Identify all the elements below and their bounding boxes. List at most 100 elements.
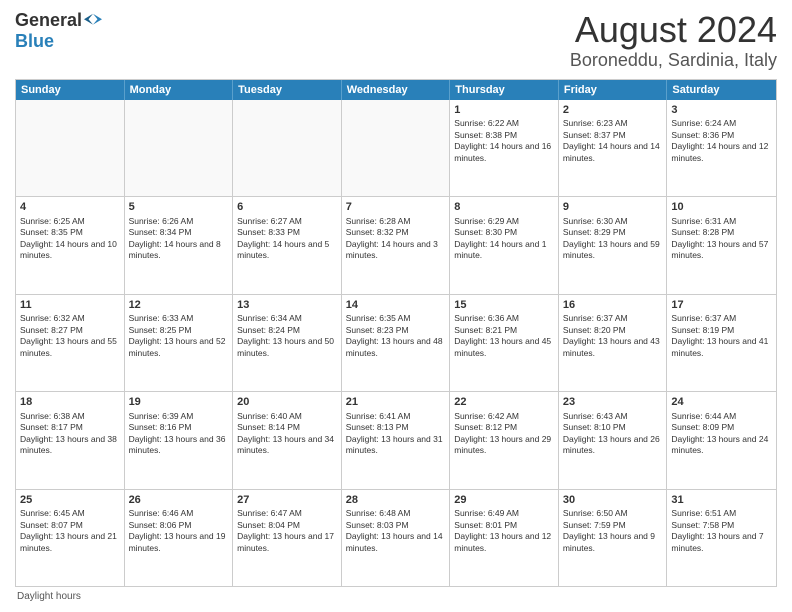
calendar-cell: 25Sunrise: 6:45 AMSunset: 8:07 PMDayligh…	[16, 490, 125, 586]
day-info: Sunrise: 6:37 AM	[563, 313, 663, 324]
day-info: Sunrise: 6:38 AM	[20, 411, 120, 422]
header: General Blue August 2024 Boroneddu, Sard…	[15, 10, 777, 71]
day-number: 24	[671, 395, 772, 410]
day-info: Sunset: 8:03 PM	[346, 520, 446, 531]
weekday-monday: Monday	[125, 80, 234, 100]
day-info: Sunrise: 6:31 AM	[671, 216, 772, 227]
day-info: Sunset: 7:58 PM	[671, 520, 772, 531]
day-number: 18	[20, 395, 120, 410]
day-number: 4	[20, 200, 120, 215]
day-info: Sunset: 8:37 PM	[563, 130, 663, 141]
day-info: Sunrise: 6:46 AM	[129, 508, 229, 519]
day-info: Daylight: 13 hours and 50 minutes.	[237, 336, 337, 359]
day-info: Daylight: 14 hours and 12 minutes.	[671, 141, 772, 164]
calendar-row-5: 25Sunrise: 6:45 AMSunset: 8:07 PMDayligh…	[16, 490, 776, 586]
day-info: Sunrise: 6:29 AM	[454, 216, 554, 227]
day-info: Sunset: 8:28 PM	[671, 227, 772, 238]
day-info: Sunset: 8:04 PM	[237, 520, 337, 531]
calendar-cell: 3Sunrise: 6:24 AMSunset: 8:36 PMDaylight…	[667, 100, 776, 196]
calendar-body: 1Sunrise: 6:22 AMSunset: 8:38 PMDaylight…	[16, 100, 776, 586]
day-info: Sunrise: 6:49 AM	[454, 508, 554, 519]
calendar-cell: 28Sunrise: 6:48 AMSunset: 8:03 PMDayligh…	[342, 490, 451, 586]
day-info: Sunset: 8:32 PM	[346, 227, 446, 238]
day-number: 27	[237, 493, 337, 508]
day-info: Sunset: 8:01 PM	[454, 520, 554, 531]
day-number: 23	[563, 395, 663, 410]
day-info: Daylight: 13 hours and 24 minutes.	[671, 434, 772, 457]
calendar-row-3: 11Sunrise: 6:32 AMSunset: 8:27 PMDayligh…	[16, 295, 776, 392]
day-info: Sunrise: 6:26 AM	[129, 216, 229, 227]
day-info: Sunset: 8:09 PM	[671, 422, 772, 433]
day-number: 5	[129, 200, 229, 215]
calendar: Sunday Monday Tuesday Wednesday Thursday…	[15, 79, 777, 587]
day-info: Sunset: 8:07 PM	[20, 520, 120, 531]
day-info: Sunrise: 6:50 AM	[563, 508, 663, 519]
day-info: Sunrise: 6:34 AM	[237, 313, 337, 324]
calendar-cell: 16Sunrise: 6:37 AMSunset: 8:20 PMDayligh…	[559, 295, 668, 391]
calendar-cell: 17Sunrise: 6:37 AMSunset: 8:19 PMDayligh…	[667, 295, 776, 391]
day-info: Sunrise: 6:48 AM	[346, 508, 446, 519]
calendar-row-1: 1Sunrise: 6:22 AMSunset: 8:38 PMDaylight…	[16, 100, 776, 197]
calendar-cell: 11Sunrise: 6:32 AMSunset: 8:27 PMDayligh…	[16, 295, 125, 391]
calendar-cell: 10Sunrise: 6:31 AMSunset: 8:28 PMDayligh…	[667, 197, 776, 293]
calendar-cell: 13Sunrise: 6:34 AMSunset: 8:24 PMDayligh…	[233, 295, 342, 391]
day-number: 7	[346, 200, 446, 215]
day-info: Sunset: 8:12 PM	[454, 422, 554, 433]
day-number: 31	[671, 493, 772, 508]
day-info: Sunset: 8:25 PM	[129, 325, 229, 336]
day-number: 16	[563, 298, 663, 313]
day-info: Sunset: 8:24 PM	[237, 325, 337, 336]
day-info: Sunrise: 6:37 AM	[671, 313, 772, 324]
day-number: 30	[563, 493, 663, 508]
day-number: 15	[454, 298, 554, 313]
day-info: Daylight: 13 hours and 9 minutes.	[563, 531, 663, 554]
day-info: Sunrise: 6:32 AM	[20, 313, 120, 324]
calendar-cell: 20Sunrise: 6:40 AMSunset: 8:14 PMDayligh…	[233, 392, 342, 488]
calendar-cell: 30Sunrise: 6:50 AMSunset: 7:59 PMDayligh…	[559, 490, 668, 586]
calendar-row-4: 18Sunrise: 6:38 AMSunset: 8:17 PMDayligh…	[16, 392, 776, 489]
page: General Blue August 2024 Boroneddu, Sard…	[0, 0, 792, 612]
day-info: Sunrise: 6:36 AM	[454, 313, 554, 324]
calendar-cell: 8Sunrise: 6:29 AMSunset: 8:30 PMDaylight…	[450, 197, 559, 293]
day-info: Sunrise: 6:39 AM	[129, 411, 229, 422]
day-number: 28	[346, 493, 446, 508]
calendar-cell: 26Sunrise: 6:46 AMSunset: 8:06 PMDayligh…	[125, 490, 234, 586]
day-number: 8	[454, 200, 554, 215]
calendar-subtitle: Boroneddu, Sardinia, Italy	[570, 50, 777, 71]
day-info: Daylight: 13 hours and 21 minutes.	[20, 531, 120, 554]
day-number: 22	[454, 395, 554, 410]
calendar-cell	[342, 100, 451, 196]
day-info: Daylight: 14 hours and 3 minutes.	[346, 239, 446, 262]
day-info: Daylight: 13 hours and 7 minutes.	[671, 531, 772, 554]
day-info: Daylight: 13 hours and 29 minutes.	[454, 434, 554, 457]
logo-general-text: General	[15, 10, 82, 31]
day-info: Sunset: 8:36 PM	[671, 130, 772, 141]
day-number: 11	[20, 298, 120, 313]
weekday-tuesday: Tuesday	[233, 80, 342, 100]
day-info: Daylight: 13 hours and 14 minutes.	[346, 531, 446, 554]
weekday-saturday: Saturday	[667, 80, 776, 100]
day-info: Daylight: 14 hours and 14 minutes.	[563, 141, 663, 164]
day-info: Sunrise: 6:27 AM	[237, 216, 337, 227]
logo-blue-text: Blue	[15, 31, 54, 52]
logo: General Blue	[15, 10, 102, 52]
calendar-cell	[233, 100, 342, 196]
day-info: Daylight: 13 hours and 36 minutes.	[129, 434, 229, 457]
calendar-cell: 18Sunrise: 6:38 AMSunset: 8:17 PMDayligh…	[16, 392, 125, 488]
calendar-cell: 2Sunrise: 6:23 AMSunset: 8:37 PMDaylight…	[559, 100, 668, 196]
calendar-row-2: 4Sunrise: 6:25 AMSunset: 8:35 PMDaylight…	[16, 197, 776, 294]
weekday-wednesday: Wednesday	[342, 80, 451, 100]
day-info: Daylight: 13 hours and 12 minutes.	[454, 531, 554, 554]
day-info: Sunset: 8:33 PM	[237, 227, 337, 238]
calendar-cell: 5Sunrise: 6:26 AMSunset: 8:34 PMDaylight…	[125, 197, 234, 293]
day-info: Sunrise: 6:24 AM	[671, 118, 772, 129]
calendar-cell: 12Sunrise: 6:33 AMSunset: 8:25 PMDayligh…	[125, 295, 234, 391]
day-number: 21	[346, 395, 446, 410]
day-info: Sunrise: 6:30 AM	[563, 216, 663, 227]
day-info: Sunset: 8:13 PM	[346, 422, 446, 433]
day-info: Sunrise: 6:28 AM	[346, 216, 446, 227]
day-info: Sunrise: 6:25 AM	[20, 216, 120, 227]
weekday-sunday: Sunday	[16, 80, 125, 100]
day-number: 2	[563, 103, 663, 118]
calendar-cell: 6Sunrise: 6:27 AMSunset: 8:33 PMDaylight…	[233, 197, 342, 293]
